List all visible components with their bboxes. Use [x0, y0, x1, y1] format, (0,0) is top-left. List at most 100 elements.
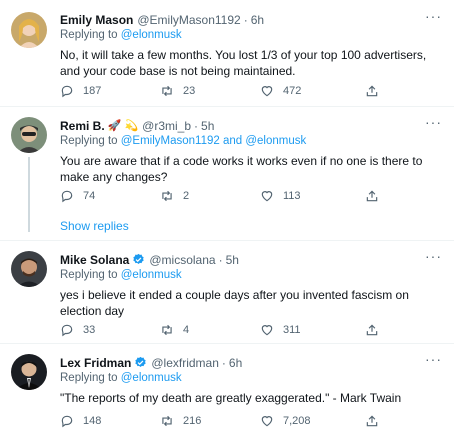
tweet-lex-fridman[interactable]: Lex Fridman @lexfridman · 6h ··· Replyin… [0, 344, 454, 435]
like-button[interactable]: 472 [260, 84, 301, 98]
replying-to-link[interactable]: @elonmusk [121, 269, 182, 281]
like-count: 311 [283, 324, 301, 336]
replying-to: Replying to @EmilyMason1192 and @elonmus… [60, 134, 442, 149]
avatar[interactable] [11, 117, 47, 153]
like-icon [261, 86, 273, 97]
like-icon [261, 416, 273, 427]
reply-count: 74 [83, 190, 96, 202]
retweet-icon [162, 190, 172, 202]
share-button[interactable] [365, 323, 379, 337]
tweet-emily-mason[interactable]: Emily Mason @EmilyMason1192 · 6h ··· Rep… [0, 0, 454, 110]
replying-to-label: Replying to [60, 135, 118, 147]
reply-icon [61, 190, 73, 203]
reply-count: 33 [83, 324, 96, 336]
replying-to-label: Replying to [60, 372, 118, 384]
like-count: 7,208 [283, 415, 311, 427]
replying-to-link[interactable]: @elonmusk [121, 29, 182, 41]
like-count: 113 [283, 190, 301, 202]
replying-to: Replying to @elonmusk [60, 371, 442, 386]
retweet-count: 216 [183, 415, 202, 427]
tweet-text: You are aware that if a code works it wo… [60, 154, 423, 184]
retweet-icon [162, 324, 172, 336]
share-icon [366, 85, 378, 97]
reply-icon [61, 324, 73, 337]
replying-to-label: Replying to [60, 29, 118, 41]
timestamp[interactable]: 6h [229, 356, 242, 370]
retweet-count: 4 [183, 324, 190, 336]
author-handle[interactable]: @r3mi_b [142, 119, 191, 133]
more-icon[interactable]: ··· [425, 115, 442, 129]
retweet-count: 2 [183, 190, 190, 202]
share-button[interactable] [365, 189, 379, 203]
retweet-icon [162, 85, 172, 97]
verified-icon [134, 356, 147, 369]
replying-to-link[interactable]: @elonmusk [121, 372, 182, 384]
like-icon [261, 191, 273, 202]
retweet-icon [162, 415, 172, 427]
separator-dot: · [221, 355, 226, 370]
like-icon [261, 325, 273, 336]
like-button[interactable]: 113 [260, 189, 301, 203]
timestamp[interactable]: 5h [201, 119, 214, 133]
tweet-remi-b[interactable]: Remi B. 🚀 💫 @r3mi_b · 5h ··· Replying to… [0, 107, 454, 237]
tweet-header: Emily Mason @EmilyMason1192 · 6h ··· [60, 9, 442, 28]
separator-dot: · [243, 12, 248, 27]
tweet-mike-solana[interactable]: Mike Solana @micsolana · 5h ··· Replying… [0, 241, 454, 345]
author-name[interactable]: Mike Solana [60, 253, 129, 267]
tweet-actions: 74 2 113 [60, 189, 400, 205]
tweet-header: Remi B. 🚀 💫 @r3mi_b · 5h ··· [60, 115, 442, 134]
more-icon[interactable]: ··· [425, 249, 442, 263]
tweet-header: Mike Solana @micsolana · 5h ··· [60, 249, 442, 268]
timestamp[interactable]: 5h [226, 253, 239, 267]
avatar[interactable] [11, 354, 47, 390]
author-handle[interactable]: @lexfridman [151, 356, 219, 370]
author-handle[interactable]: @EmilyMason1192 [137, 13, 240, 27]
author-name[interactable]: Lex Fridman [60, 356, 131, 370]
verified-icon [132, 253, 145, 266]
retweet-button[interactable]: 4 [160, 323, 189, 337]
like-button[interactable]: 311 [260, 323, 301, 337]
thread-line [28, 157, 30, 232]
tweet-text: "The reports of my death are greatly exa… [60, 391, 402, 405]
replying-to: Replying to @elonmusk [60, 268, 442, 283]
avatar[interactable] [11, 251, 47, 287]
tweet-actions: 33 4 311 [60, 323, 400, 339]
replying-to-label: Replying to [60, 269, 118, 281]
show-replies-link[interactable]: Show replies [60, 219, 129, 233]
more-icon[interactable]: ··· [425, 9, 442, 23]
reply-button[interactable]: 187 [60, 84, 101, 98]
tweet-text: yes i believe it ended a couple days aft… [60, 288, 409, 318]
reply-button[interactable]: 74 [60, 189, 95, 203]
separator-dot: · [218, 252, 223, 267]
name-emoji: 🚀 💫 [107, 120, 139, 132]
like-button[interactable]: 7,208 [260, 414, 311, 428]
share-button[interactable] [365, 84, 379, 98]
reply-count: 187 [83, 85, 102, 97]
tweet-actions: 148 216 7,208 [60, 414, 400, 430]
tweet-text: No, it will take a few months. You lost … [60, 48, 427, 78]
retweet-button[interactable]: 23 [160, 84, 195, 98]
share-icon [366, 415, 378, 427]
separator-dot: · [194, 118, 199, 133]
avatar[interactable] [11, 12, 47, 48]
reply-icon [61, 415, 73, 428]
reply-button[interactable]: 33 [60, 323, 95, 337]
like-count: 472 [283, 85, 302, 97]
tweet-header: Lex Fridman @lexfridman · 6h ··· [60, 352, 442, 371]
share-icon [366, 324, 378, 336]
retweet-count: 23 [183, 85, 196, 97]
tweet-actions: 187 23 472 [60, 84, 400, 100]
replying-to-link[interactable]: @EmilyMason1192 and @elonmusk [121, 135, 307, 147]
reply-count: 148 [83, 415, 102, 427]
more-icon[interactable]: ··· [425, 352, 442, 366]
reply-button[interactable]: 148 [60, 414, 101, 428]
timestamp[interactable]: 6h [251, 13, 264, 27]
replying-to: Replying to @elonmusk [60, 28, 442, 43]
share-button[interactable] [365, 414, 379, 428]
author-name[interactable]: Remi B. [60, 119, 105, 133]
retweet-button[interactable]: 216 [160, 414, 201, 428]
retweet-button[interactable]: 2 [160, 189, 189, 203]
author-name[interactable]: Emily Mason [60, 13, 133, 27]
author-handle[interactable]: @micsolana [149, 253, 215, 267]
share-icon [366, 190, 378, 202]
